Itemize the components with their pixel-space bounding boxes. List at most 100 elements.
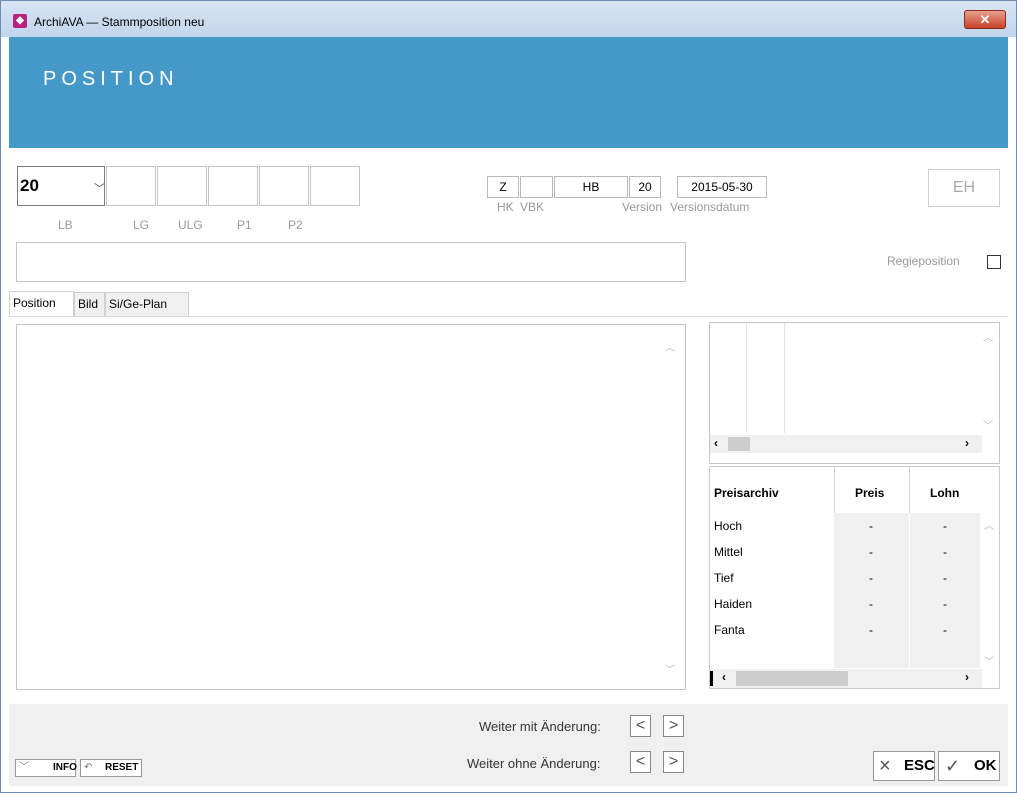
tab-position[interactable]: Position <box>9 291 74 317</box>
close-icon: ✕ <box>979 12 991 27</box>
tab-bild[interactable]: Bild <box>74 292 105 316</box>
dialog-window: ◆ ArchiAVA — Stammposition neu ✕ POSITIO… <box>0 0 1017 793</box>
versionsdatum-label: Versionsdatum <box>670 200 750 214</box>
column-header-preis[interactable]: Preis <box>855 486 884 500</box>
short-text-input[interactable] <box>16 242 686 282</box>
weiter-ohne-aenderung-label: Weiter ohne Änderung: <box>467 756 601 771</box>
title-bar: ◆ ArchiAVA — Stammposition neu ✕ <box>1 1 1016 37</box>
row-name: Tief <box>714 571 734 585</box>
row-preis: - <box>869 571 873 585</box>
chevron-right-icon[interactable]: › <box>965 670 969 684</box>
p1-label: P1 <box>237 218 252 232</box>
chevron-left-icon: < <box>635 753 646 770</box>
chevron-right-icon: > <box>668 753 679 770</box>
horizontal-scrollbar[interactable]: ‹ › <box>710 669 982 688</box>
grid-column-line <box>746 323 747 433</box>
scroll-position-marker <box>710 671 713 686</box>
row-preis: - <box>869 545 873 559</box>
scroll-down-icon[interactable]: ﹀ <box>983 417 993 432</box>
versionsdatum-field[interactable]: 2015-05-30 <box>677 176 767 198</box>
header-separator <box>909 467 910 513</box>
close-button[interactable]: ✕ <box>964 10 1006 29</box>
weiter-ohne-next-button[interactable]: > <box>663 751 684 773</box>
row-name: Haiden <box>714 597 753 611</box>
preis-column-bg <box>834 513 909 668</box>
scroll-down-icon[interactable]: ﹀ <box>665 661 675 676</box>
lb-label: LB <box>58 218 73 232</box>
ulg-label: ULG <box>178 218 203 232</box>
x-icon: × <box>879 755 891 777</box>
hk-label: HK <box>497 200 514 214</box>
chevron-left-icon[interactable]: ‹ <box>722 670 726 684</box>
tab-divider <box>9 316 1008 317</box>
row-lohn: - <box>943 623 947 637</box>
tab-si-ge-plan[interactable]: Si/Ge-Plan <box>105 292 189 316</box>
check-icon: ✓ <box>945 756 961 776</box>
undo-arrow-icon: ↶ <box>84 762 93 773</box>
scroll-up-icon[interactable]: ︿ <box>984 517 994 532</box>
weiter-mit-next-button[interactable]: > <box>663 715 684 737</box>
info-label: INFO <box>53 762 77 773</box>
lb-dropdown[interactable]: 20 ﹀ <box>17 166 105 206</box>
eh-button[interactable]: EH <box>928 169 1000 207</box>
chevron-right-icon: > <box>668 717 679 734</box>
info-button[interactable]: ﹀ INFO <box>15 759 77 777</box>
reset-button[interactable]: ↶ RESET <box>80 759 142 777</box>
reset-label: RESET <box>105 762 139 773</box>
hb-field[interactable]: HB <box>554 176 628 198</box>
image-grid: ︿ ﹀ ‹ › <box>709 322 1000 464</box>
window-title: ArchiAVA — Stammposition neu <box>34 15 205 29</box>
header-separator <box>834 467 835 513</box>
chevron-down-icon: ﹀ <box>19 762 29 773</box>
vbk-label: VBK <box>520 200 545 214</box>
weiter-mit-prev-button[interactable]: < <box>630 715 651 737</box>
row-preis: - <box>869 623 873 637</box>
esc-button[interactable]: × ESC <box>873 751 935 781</box>
row-name: Hoch <box>714 519 743 533</box>
lg-label: LG <box>133 218 150 232</box>
esc-label: ESC <box>904 757 935 774</box>
extra-code-field[interactable] <box>310 166 360 206</box>
row-preis: - <box>869 519 873 533</box>
scroll-up-icon[interactable]: ︿ <box>665 339 675 354</box>
regieposition-label: Regieposition <box>887 254 960 268</box>
version-field[interactable]: 20 <box>629 176 661 198</box>
chevron-down-icon: ﹀ <box>94 183 105 195</box>
scrollbar-thumb[interactable] <box>728 437 750 451</box>
ok-label: OK <box>974 757 997 774</box>
p2-label: P2 <box>288 218 303 232</box>
weiter-mit-aenderung-label: Weiter mit Änderung: <box>479 719 601 734</box>
price-archive-table: Preisarchiv Preis Lohn Hoch - - Mittel -… <box>709 466 1000 689</box>
lg-field[interactable] <box>106 166 156 206</box>
scroll-up-icon[interactable]: ︿ <box>983 329 993 344</box>
archiava-logo-icon: ◆ <box>13 14 27 28</box>
column-header-preisarchiv[interactable]: Preisarchiv <box>714 486 779 500</box>
row-name: Mittel <box>714 545 743 559</box>
chevron-left-icon: < <box>635 717 646 734</box>
p2-field[interactable] <box>259 166 309 206</box>
weiter-ohne-prev-button[interactable]: < <box>630 751 651 773</box>
footer-bar: Weiter mit Änderung: < > Weiter ohne Änd… <box>9 704 1008 786</box>
hk-field[interactable]: Z <box>487 176 519 198</box>
grid-column-line <box>784 323 785 433</box>
row-lohn: - <box>943 597 947 611</box>
row-name: Fanta <box>714 623 745 637</box>
lohn-column-bg <box>910 513 980 668</box>
ok-button[interactable]: ✓ OK <box>938 751 1000 781</box>
scrollbar-thumb[interactable] <box>736 671 848 686</box>
long-text-area[interactable]: ︿ ﹀ <box>16 324 686 690</box>
lb-value: 20 <box>20 176 39 195</box>
chevron-right-icon[interactable]: › <box>965 436 969 450</box>
column-header-lohn[interactable]: Lohn <box>930 486 959 500</box>
regieposition-checkbox[interactable] <box>987 255 1001 269</box>
page-heading: POSITION <box>43 68 179 90</box>
vbk-field[interactable] <box>520 176 553 198</box>
p1-field[interactable] <box>208 166 258 206</box>
scroll-down-icon[interactable]: ﹀ <box>984 653 994 668</box>
header-band: POSITION <box>9 37 1008 148</box>
ulg-field[interactable] <box>157 166 207 206</box>
chevron-left-icon[interactable]: ‹ <box>714 436 718 450</box>
row-lohn: - <box>943 571 947 585</box>
horizontal-scrollbar[interactable]: ‹ › <box>710 435 982 453</box>
row-lohn: - <box>943 545 947 559</box>
